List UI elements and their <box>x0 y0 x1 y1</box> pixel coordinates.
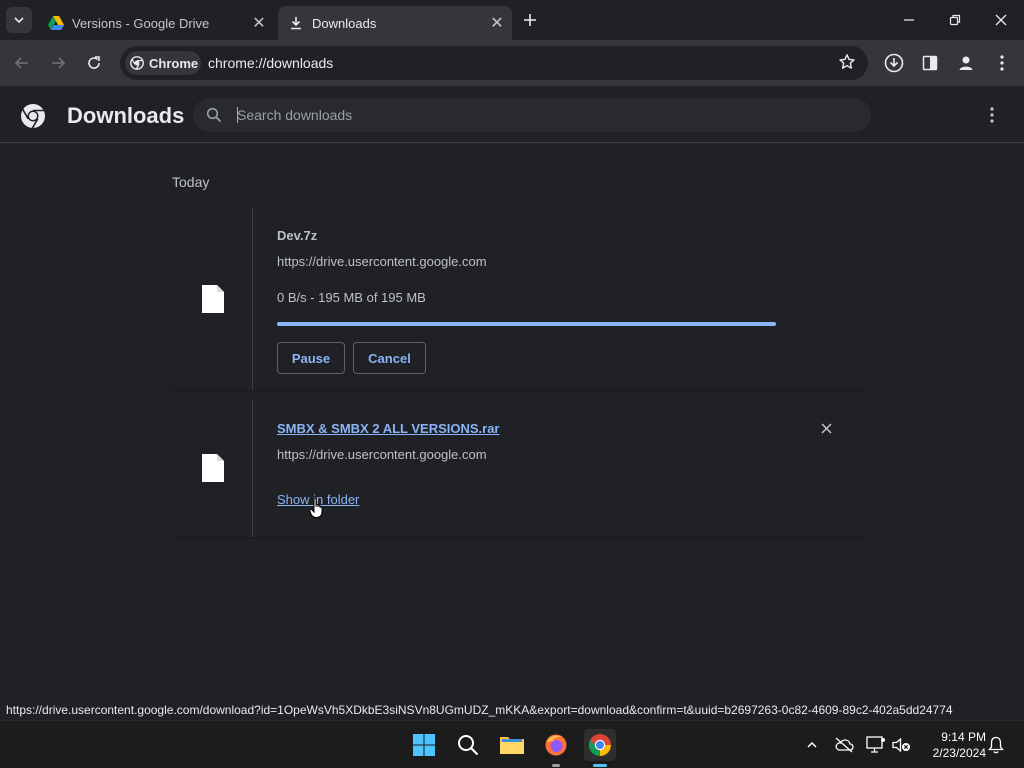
chevron-down-icon <box>14 17 24 24</box>
cloud-off-icon <box>835 737 854 753</box>
chrome-logo-icon <box>21 104 45 129</box>
file-icon <box>202 285 224 313</box>
search-downloads[interactable] <box>193 98 871 132</box>
arrow-left-icon <box>14 57 28 69</box>
firefox-button[interactable] <box>540 729 572 767</box>
text-caret <box>237 107 238 123</box>
clock-time: 9:14 PM <box>941 730 986 744</box>
side-panel-icon <box>922 55 938 71</box>
hand-cursor-icon <box>309 497 323 518</box>
active-indicator <box>593 764 607 767</box>
pause-button[interactable]: Pause <box>277 342 345 374</box>
start-button[interactable] <box>408 729 440 761</box>
item-divider <box>252 208 253 390</box>
forward-button[interactable] <box>44 49 72 77</box>
download-item: Dev.7z https://drive.usercontent.google.… <box>172 208 862 390</box>
volume-button[interactable] <box>892 735 912 755</box>
running-indicator <box>552 764 560 767</box>
tray-overflow-button[interactable] <box>802 735 822 755</box>
download-item: SMBX & SMBX 2 ALL VERSIONS.rar https://d… <box>172 400 862 537</box>
chevron-up-icon <box>807 741 817 748</box>
network-button[interactable] <box>866 735 886 755</box>
google-drive-icon <box>48 15 64 31</box>
tab-downloads[interactable]: Downloads ✕ <box>278 6 512 40</box>
close-icon <box>820 422 832 434</box>
tab-title: Downloads <box>312 15 377 31</box>
more-vert-icon <box>990 107 994 123</box>
download-progress-bar <box>277 322 776 326</box>
download-circle-icon <box>884 53 904 73</box>
close-tab-icon[interactable]: ✕ <box>250 14 268 32</box>
file-icon <box>202 454 224 482</box>
link-status-bubble: https://drive.usercontent.google.com/dow… <box>0 700 959 720</box>
cancel-button[interactable]: Cancel <box>353 342 426 374</box>
bookmark-button[interactable] <box>838 53 856 76</box>
progress-fill <box>277 322 776 326</box>
chrome-icon <box>130 56 144 70</box>
chrome-taskbar-button[interactable] <box>584 729 616 767</box>
notifications-button[interactable] <box>986 735 1006 755</box>
back-button[interactable] <box>8 49 36 77</box>
bell-icon <box>988 736 1004 754</box>
minimize-button[interactable] <box>886 0 932 40</box>
file-source-url[interactable]: https://drive.usercontent.google.com <box>277 447 487 462</box>
chrome-menu-button[interactable] <box>988 49 1016 77</box>
more-vert-icon <box>1000 55 1004 71</box>
profile-button[interactable] <box>952 49 980 77</box>
downloads-menu-button[interactable] <box>982 104 1002 126</box>
download-icon <box>288 15 304 31</box>
folder-icon <box>500 737 524 754</box>
tab-versions-google-drive[interactable]: Versions - Google Drive ✕ <box>38 6 274 40</box>
person-icon <box>959 56 973 70</box>
site-chip-label: Chrome <box>149 55 199 71</box>
url-text[interactable]: chrome://downloads <box>208 55 333 71</box>
close-tab-icon[interactable]: ✕ <box>488 14 506 32</box>
firefox-icon <box>545 734 567 756</box>
arrow-right-icon <box>52 57 66 69</box>
file-name-link[interactable]: SMBX & SMBX 2 ALL VERSIONS.rar <box>277 421 500 436</box>
download-status: 0 B/s - 195 MB of 195 MB <box>277 290 426 305</box>
windows-taskbar: 9:14 PM 2/23/2024 <box>0 720 1024 768</box>
search-input[interactable] <box>237 104 837 126</box>
reload-icon <box>88 56 100 69</box>
chrome-icon <box>588 734 611 756</box>
remove-from-list-button[interactable] <box>818 420 834 436</box>
downloads-toolbar-button[interactable] <box>880 49 908 77</box>
plus-icon <box>524 14 536 26</box>
close-icon <box>995 14 1007 26</box>
browser-toolbar: Chrome chrome://downloads <box>0 40 1024 86</box>
tab-title: Versions - Google Drive <box>72 15 210 31</box>
downloads-header: Downloads <box>0 86 1024 143</box>
new-tab-button[interactable] <box>519 9 541 31</box>
close-window-button[interactable] <box>978 0 1024 40</box>
search-icon <box>206 107 222 123</box>
page-title: Downloads <box>67 103 185 128</box>
tab-search-button[interactable] <box>6 7 32 33</box>
system-clock[interactable]: 9:14 PM 2/23/2024 <box>922 729 986 761</box>
tab-strip: Versions - Google Drive ✕ Downloads ✕ <box>0 0 1024 40</box>
network-icon <box>866 736 885 753</box>
restore-button[interactable] <box>932 0 978 40</box>
taskbar-search-button[interactable] <box>452 729 484 761</box>
file-source-url[interactable]: https://drive.usercontent.google.com <box>277 254 487 269</box>
side-panel-button[interactable] <box>916 49 944 77</box>
windows-logo-icon <box>413 734 435 756</box>
site-chip[interactable]: Chrome <box>125 51 201 75</box>
search-icon <box>458 735 479 756</box>
file-name: Dev.7z <box>277 228 318 243</box>
speaker-muted-icon <box>892 737 910 753</box>
restore-icon <box>949 14 961 26</box>
star-icon <box>839 54 855 69</box>
reload-button[interactable] <box>80 49 108 77</box>
minimize-icon <box>904 19 914 21</box>
section-heading-today: Today <box>172 174 210 190</box>
clock-date: 2/23/2024 <box>932 746 986 760</box>
address-bar[interactable]: Chrome chrome://downloads <box>120 46 868 80</box>
onedrive-button[interactable] <box>834 735 854 755</box>
file-explorer-button[interactable] <box>496 729 528 761</box>
item-divider <box>252 400 253 537</box>
